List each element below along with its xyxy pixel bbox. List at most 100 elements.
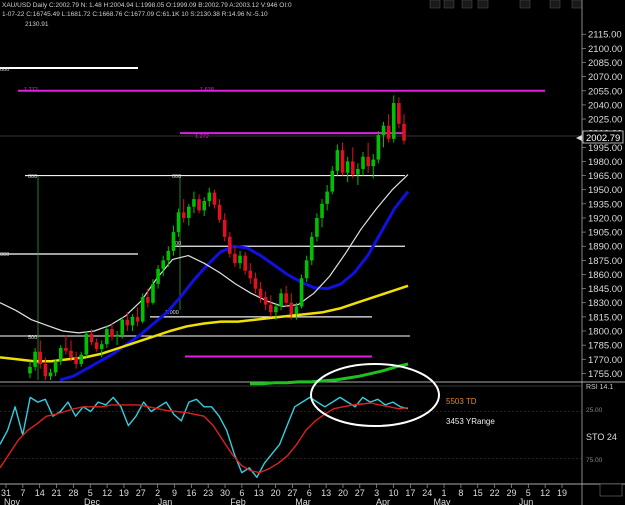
candle-body [345, 161, 350, 173]
candle-body [58, 347, 63, 362]
price-tick-label: 1890.00 [588, 242, 622, 253]
candle-body [74, 357, 78, 364]
candle-body [330, 170, 335, 192]
candle-body [115, 334, 119, 337]
month-label: Nov [4, 497, 21, 505]
candle-body [325, 191, 329, 204]
oscillator-rsi-label: RSI 14.1 [586, 384, 613, 391]
price-tick-label: 1875.00 [588, 256, 622, 267]
time-tick-label: 28 [68, 488, 78, 498]
candle-body [84, 333, 89, 355]
candle-body [289, 302, 294, 315]
price-tick-label: 1935.00 [588, 199, 622, 210]
oscillator-sto-label: STO 24 [586, 432, 617, 442]
price-tick-label: 2055.00 [588, 86, 622, 97]
fib-label: 000 [0, 67, 9, 73]
price-tick-label: 2085.00 [588, 58, 622, 69]
price-tick-label: 2115.00 [588, 30, 622, 41]
time-tick-label: 27 [136, 488, 146, 498]
candle-body [202, 201, 206, 211]
candle-body [120, 319, 125, 335]
price-tick-label: 1905.00 [588, 228, 622, 239]
price-tick-label: 1830.00 [588, 298, 622, 309]
candle-body [48, 372, 53, 377]
candle-body [146, 297, 150, 303]
candle-body [309, 236, 314, 261]
candle-body [187, 206, 191, 218]
candle-body [366, 156, 370, 167]
time-tick-label: 9 [172, 488, 177, 498]
candle-body [125, 319, 130, 326]
month-label: Jun [519, 497, 534, 505]
candle-body [299, 278, 304, 307]
candle-body [151, 283, 155, 303]
time-tick-label: 19 [119, 488, 129, 498]
time-tick-label: 30 [220, 488, 230, 498]
candle-body [135, 316, 140, 322]
time-tick-label: 24 [422, 488, 432, 498]
month-label: Apr [376, 497, 390, 505]
candle-body [222, 219, 227, 237]
oscillator-level-75: 75.00 [586, 457, 603, 464]
candle-body [376, 135, 381, 160]
candle-body [263, 297, 268, 305]
candle-body [161, 260, 166, 269]
price-tick-label: 1860.00 [588, 270, 622, 281]
settings-button[interactable] [571, 0, 583, 9]
time-tick-label: 12 [102, 488, 112, 498]
time-tick-label: 16 [186, 488, 196, 498]
price-tick-label: 2100.00 [588, 44, 622, 55]
candle-body [304, 260, 309, 279]
last-price-marker: 2002.79 [576, 130, 624, 144]
candle-body [361, 156, 365, 169]
price-axis: 2115.00 2100.00 2085.00 2070.00 2055.00 2040.… [582, 30, 622, 380]
candle-body [371, 159, 376, 167]
candle-body [294, 306, 299, 315]
candle-body [99, 344, 104, 349]
candle-body [386, 125, 391, 139]
price-tick-label: 1965.00 [588, 171, 622, 182]
time-tick-label: 13 [321, 488, 331, 498]
time-tick-label: 14 [35, 488, 45, 498]
candle-body [248, 270, 253, 279]
price-tick-label: 1950.00 [588, 185, 622, 196]
candle-body [217, 204, 222, 220]
candle-body [176, 212, 181, 233]
minimize-button[interactable] [429, 0, 441, 9]
restore-button[interactable] [443, 0, 455, 9]
fib-label: 1.272 [24, 87, 38, 93]
candle-body [181, 212, 186, 218]
price-tick-label: 1800.00 [588, 327, 622, 338]
time-tick-label: 29 [506, 488, 516, 498]
scroll-up-button[interactable] [461, 0, 473, 9]
time-tick-label: 20 [338, 488, 348, 498]
candle-body [315, 217, 319, 237]
candle-body [53, 361, 58, 373]
time-tick-label: 8 [458, 488, 463, 498]
price-tick-label: 1920.00 [588, 213, 622, 224]
time-tick-label: 17 [405, 488, 415, 498]
oscillator-label-td: 5503 TD [446, 397, 477, 406]
candle-body [274, 306, 278, 313]
time-tick-label: 19 [557, 488, 567, 498]
candle-body [64, 347, 68, 351]
zoom-button[interactable] [519, 0, 531, 9]
candle-body [140, 297, 145, 322]
candle-body [89, 333, 94, 343]
candle-body [238, 255, 242, 264]
header-line-2: 1-07-22 C:16745.49 L:1681.72 C:1668.76 C… [2, 11, 268, 18]
scroll-down-button[interactable] [477, 0, 489, 9]
month-label: Mar [295, 497, 311, 505]
time-tick-label: 27 [355, 488, 365, 498]
corner-button[interactable] [599, 483, 623, 497]
candle-body [212, 192, 217, 205]
month-label: Dec [84, 497, 101, 505]
candle-body [94, 342, 99, 349]
price-tick-label: 2025.00 [588, 115, 622, 126]
candle-body [284, 293, 288, 303]
fib-label: 000 [0, 252, 9, 258]
candle-body [381, 125, 386, 136]
candle-body [335, 150, 340, 171]
close-button[interactable] [549, 0, 561, 9]
price-tick-label: 1845.00 [588, 284, 622, 295]
